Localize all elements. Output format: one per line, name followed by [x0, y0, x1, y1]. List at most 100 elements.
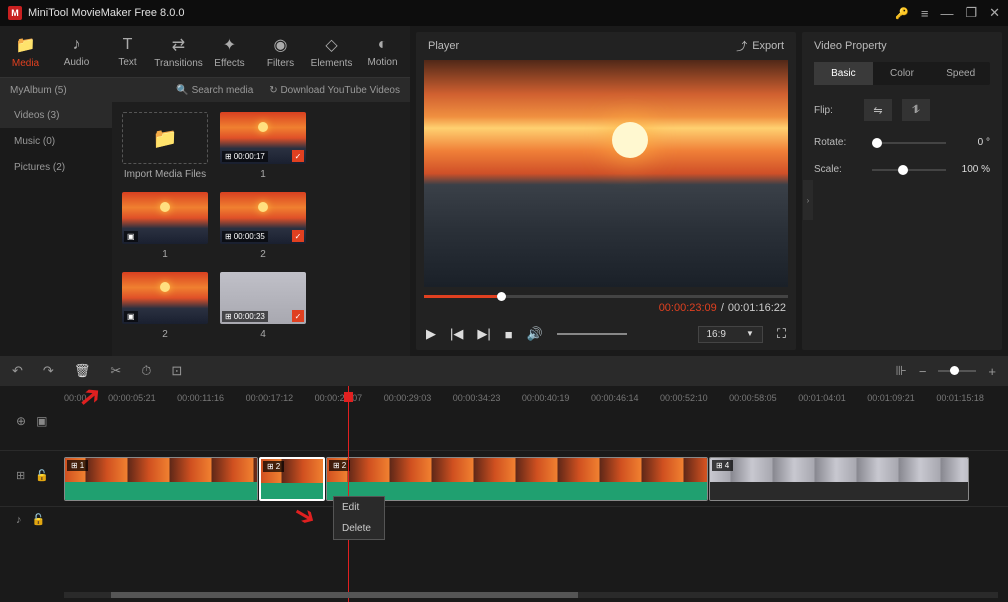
- volume-icon[interactable]: 🔊: [527, 326, 543, 342]
- video-track-icon[interactable]: ⊞: [16, 469, 25, 482]
- expand-handle[interactable]: ›: [803, 180, 813, 220]
- horizontal-scrollbar[interactable]: [64, 592, 998, 598]
- media-item[interactable]: ⊞ 00:00:23✓4: [220, 272, 306, 340]
- check-icon: ✓: [292, 150, 304, 162]
- scale-value: 100 %: [954, 164, 990, 175]
- fullscreen-button[interactable]: ⛶: [777, 326, 786, 342]
- left-panel: 📁Media ♪Audio TText ⇄Transitions ✦Effect…: [0, 26, 410, 356]
- maximize-button[interactable]: ❐: [965, 5, 977, 21]
- proptab-basic[interactable]: Basic: [814, 62, 873, 85]
- stop-button[interactable]: ■: [505, 327, 513, 342]
- proptab-speed[interactable]: Speed: [931, 62, 990, 85]
- redo-button[interactable]: ↷: [43, 363, 54, 379]
- search-media[interactable]: 🔍 Search media: [176, 85, 253, 96]
- minimize-button[interactable]: —: [940, 6, 953, 21]
- sidebar-item-pictures[interactable]: Pictures (2): [0, 154, 112, 180]
- titlebar: M MiniTool MovieMaker Free 8.0.0 🔑 ≡ — ❐…: [0, 0, 1008, 26]
- media-item[interactable]: ▣2: [122, 272, 208, 340]
- tab-elements[interactable]: ◇Elements: [306, 26, 357, 77]
- fit-button[interactable]: ⊪: [895, 363, 906, 379]
- tab-text[interactable]: TText: [102, 26, 153, 77]
- player-panel: Player ⤴Export 00:00:23:09/00:01:16:22 ▶…: [416, 32, 796, 350]
- chevron-down-icon: ▼: [746, 329, 754, 340]
- zoom-slider[interactable]: [938, 370, 976, 372]
- aspect-dropdown[interactable]: 16:9▼: [698, 326, 763, 343]
- ctx-delete[interactable]: Delete: [334, 518, 384, 539]
- zoom-out[interactable]: −: [919, 364, 927, 379]
- tab-transitions[interactable]: ⇄Transitions: [153, 26, 204, 77]
- prev-button[interactable]: |◀: [450, 326, 463, 342]
- tab-filters[interactable]: ◉Filters: [255, 26, 306, 77]
- ctx-edit[interactable]: Edit: [334, 497, 384, 518]
- split-button[interactable]: ✂: [110, 363, 121, 379]
- audio-icon: ♪: [73, 36, 81, 54]
- play-button[interactable]: ▶: [426, 326, 436, 342]
- image-icon: ▣: [124, 311, 138, 322]
- tab-media[interactable]: 📁Media: [0, 26, 51, 77]
- folder-icon: 📁: [16, 35, 36, 55]
- album-label[interactable]: MyAlbum (5): [10, 85, 67, 96]
- proptab-color[interactable]: Color: [873, 62, 932, 85]
- timeline-ruler[interactable]: 00:0000:00:05:2100:00:11:1600:00:17:1200…: [0, 386, 1008, 410]
- import-media[interactable]: 📁 Import Media Files: [122, 112, 208, 180]
- menu-icon[interactable]: ≡: [921, 6, 929, 21]
- rotate-slider[interactable]: [872, 142, 946, 144]
- app-logo: M: [8, 6, 22, 20]
- text-icon: T: [123, 36, 133, 54]
- timeline-clip[interactable]: ⊞ 2: [326, 457, 708, 501]
- sidebar-item-videos[interactable]: Videos (3): [0, 102, 112, 128]
- video-icon: ⊞ 00:00:35: [222, 231, 268, 242]
- check-icon: ✓: [292, 230, 304, 242]
- import-icon: 📁: [122, 112, 208, 164]
- add-track-icon[interactable]: ⊕: [16, 414, 26, 428]
- video-preview[interactable]: [424, 60, 788, 287]
- media-item[interactable]: ⊞ 00:00:17✓1: [220, 112, 306, 180]
- tab-audio[interactable]: ♪Audio: [51, 26, 102, 77]
- key-icon[interactable]: 🔑: [895, 7, 909, 20]
- audio-track-icon[interactable]: ♪: [16, 514, 22, 526]
- media-sidebar: Videos (3) Music (0) Pictures (2): [0, 102, 112, 356]
- app-title: MiniTool MovieMaker Free 8.0.0: [28, 7, 185, 19]
- context-menu: Edit Delete: [333, 496, 385, 540]
- audio-track: ♪🔓: [0, 506, 1008, 536]
- sidebar-item-music[interactable]: Music (0): [0, 128, 112, 154]
- lock-icon[interactable]: 🔓: [32, 513, 46, 526]
- filters-icon: ◉: [274, 35, 288, 55]
- zoom-in[interactable]: +: [988, 364, 996, 379]
- media-item[interactable]: ▣1: [122, 192, 208, 260]
- playhead[interactable]: [348, 386, 349, 602]
- timeline-clip[interactable]: ⊞ 2: [259, 457, 325, 501]
- volume-slider[interactable]: [557, 333, 627, 335]
- flip-horizontal-button[interactable]: ⇋: [864, 99, 892, 121]
- tracks-icon[interactable]: ▣: [36, 414, 47, 428]
- lock-icon[interactable]: 🔓: [35, 469, 49, 482]
- time-current: 00:00:23:09: [659, 302, 717, 314]
- top-tabs: 📁Media ♪Audio TText ⇄Transitions ✦Effect…: [0, 26, 410, 78]
- flip-label: Flip:: [814, 105, 864, 116]
- media-item[interactable]: ⊞ 00:00:35✓2: [220, 192, 306, 260]
- media-grid: 📁 Import Media Files ⊞ 00:00:17✓1 ▣1 ⊞ 0…: [112, 102, 410, 356]
- crop-button[interactable]: ⊡: [171, 363, 182, 379]
- timeline: ⊕ ▣ 00:0000:00:05:2100:00:11:1600:00:17:1…: [0, 386, 1008, 602]
- property-title: Video Property: [814, 40, 990, 52]
- time-total: 00:01:16:22: [728, 302, 786, 314]
- download-youtube[interactable]: ↻ Download YouTube Videos: [269, 85, 400, 96]
- speed-button[interactable]: ⏱: [141, 363, 151, 379]
- timeline-clip[interactable]: ⊞ 1: [64, 457, 258, 501]
- close-button[interactable]: ✕: [989, 5, 1000, 21]
- player-progress[interactable]: [424, 295, 788, 298]
- scale-slider[interactable]: [872, 169, 946, 171]
- media-body: Videos (3) Music (0) Pictures (2) 📁 Impo…: [0, 102, 410, 356]
- player-controls: ▶ |◀ ▶| ■ 🔊 16:9▼ ⛶: [416, 318, 796, 350]
- scale-label: Scale:: [814, 164, 864, 175]
- tab-motion[interactable]: ◐Motion: [357, 26, 408, 77]
- property-panel: Video Property Basic Color Speed Flip: ⇋…: [802, 32, 1002, 350]
- timeline-clip[interactable]: ⊞ 4: [709, 457, 969, 501]
- flip-vertical-button[interactable]: ⥮: [902, 99, 930, 121]
- undo-button[interactable]: ↶: [12, 363, 23, 379]
- export-button[interactable]: ⤴Export: [736, 38, 784, 54]
- next-button[interactable]: ▶|: [477, 326, 490, 342]
- motion-icon: ◐: [378, 36, 388, 54]
- tab-effects[interactable]: ✦Effects: [204, 26, 255, 77]
- transitions-icon: ⇄: [172, 35, 185, 55]
